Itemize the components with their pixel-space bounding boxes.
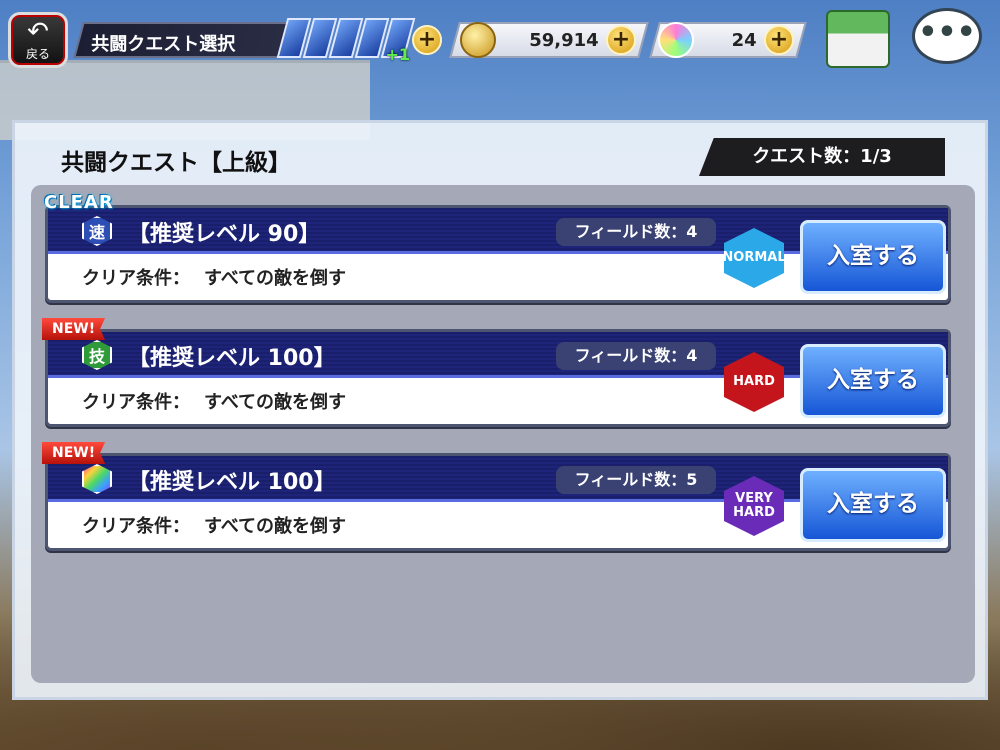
quest-list[interactable]: 速 【推奨レベル 90】 フィールド数：4 クリア条件： すべての敵を倒す NOR…	[31, 185, 975, 683]
quest-count: クエスト数：1/3	[699, 138, 945, 176]
stamina-bonus: +1	[385, 45, 410, 64]
screen-title-text: 共闘クエスト選択	[91, 34, 236, 55]
coin-icon	[460, 22, 496, 58]
back-arrow-icon: ↶	[27, 17, 49, 47]
gem-icon	[658, 22, 694, 58]
condition-label: クリア条件：	[82, 516, 190, 537]
stamina-cards: +1	[276, 18, 416, 64]
condition-text: すべての敵を倒す	[204, 392, 347, 413]
quest-field-count: フィールド数：5	[556, 466, 716, 494]
enter-room-button[interactable]: 入室する	[800, 220, 946, 294]
quest-field-count: フィールド数：4	[556, 342, 716, 370]
quest-item[interactable]: 【推奨レベル 100】 フィールド数：5 クリア条件： すべての敵を倒す VERY…	[42, 442, 951, 551]
quest-level: 【推奨レベル 100】	[128, 470, 336, 495]
quest-level: 【推奨レベル 90】	[128, 222, 321, 247]
quest-condition: クリア条件： すべての敵を倒す	[82, 388, 346, 414]
shop-icon[interactable]	[826, 10, 890, 68]
new-ribbon: NEW!	[42, 318, 106, 340]
condition-label: クリア条件：	[82, 268, 190, 289]
back-button[interactable]: ↶ 戻る	[8, 12, 68, 68]
quest-panel: 共闘クエスト【上級】 クエスト数：1/3 速 【推奨レベル 90】 フィールド数…	[12, 120, 988, 700]
condition-text: すべての敵を倒す	[204, 516, 347, 537]
top-bar: ↶ 戻る 共闘クエスト選択 +1 + 59,914 + 24 + •••	[0, 0, 1000, 80]
chat-icon[interactable]: •••	[912, 8, 982, 64]
condition-label: クリア条件：	[82, 392, 190, 413]
quest-condition: クリア条件： すべての敵を倒す	[82, 512, 346, 538]
new-ribbon: NEW!	[42, 442, 106, 464]
quest-item[interactable]: 速 【推奨レベル 90】 フィールド数：4 クリア条件： すべての敵を倒す NOR…	[44, 192, 951, 303]
panel-title: 共闘クエスト【上級】	[61, 150, 291, 176]
quest-field-count: フィールド数：4	[556, 218, 716, 246]
quest-condition: クリア条件： すべての敵を倒す	[82, 264, 346, 290]
quest-level: 【推奨レベル 100】	[128, 346, 336, 371]
enter-room-button[interactable]: 入室する	[800, 468, 946, 542]
clear-ribbon: CLEAR	[44, 192, 114, 213]
enter-room-button[interactable]: 入室する	[800, 344, 946, 418]
condition-text: すべての敵を倒す	[204, 268, 347, 289]
coin-plus-button[interactable]: +	[606, 25, 636, 55]
gem-plus-button[interactable]: +	[764, 25, 794, 55]
screen-title: 共闘クエスト選択	[73, 22, 303, 58]
back-label: 戻る	[25, 47, 50, 61]
quest-item[interactable]: 技 【推奨レベル 100】 フィールド数：4 クリア条件： すべての敵を倒す HA…	[42, 318, 951, 427]
stamina-plus-button[interactable]: +	[412, 25, 442, 55]
